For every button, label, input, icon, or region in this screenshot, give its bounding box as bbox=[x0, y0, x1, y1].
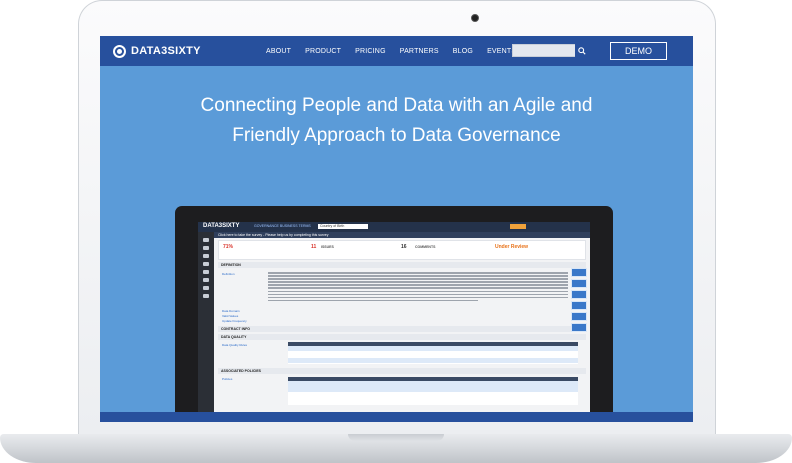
app-stats-bar: 71% 11 ISSUES 16 COMMENTS Under Review bbox=[218, 240, 586, 260]
app-action-button bbox=[510, 224, 526, 229]
app-issues-label: ISSUES bbox=[321, 245, 334, 249]
hero-title-line-2: Friendly Approach to Data Governance bbox=[232, 125, 561, 146]
app-table-row bbox=[288, 393, 578, 405]
logo-text: DATA3SIXTY bbox=[131, 45, 201, 57]
page-footer-bar bbox=[100, 412, 693, 422]
app-sidebar-icon bbox=[203, 286, 209, 290]
laptop-base bbox=[0, 434, 792, 463]
app-table-row bbox=[288, 381, 578, 393]
demo-button[interactable]: DEMO bbox=[610, 42, 667, 60]
hero-title: Connecting People and Data with an Agile… bbox=[120, 91, 673, 151]
app-topbar: DATA3SIXTY GOVERNANCE BUSINESS TERMS Cou… bbox=[198, 222, 590, 232]
app-definition-label: Definition bbox=[222, 272, 235, 276]
laptop-notch bbox=[348, 434, 444, 441]
app-policies-label: Policies bbox=[222, 377, 233, 381]
app-field-label: Valid Values bbox=[222, 314, 239, 318]
app-sidebar-icon bbox=[203, 294, 209, 298]
app-side-button bbox=[571, 323, 587, 332]
app-side-button bbox=[571, 301, 587, 310]
nav-link-about[interactable]: ABOUT bbox=[266, 48, 291, 55]
app-side-button bbox=[571, 290, 587, 299]
app-status: Under Review bbox=[495, 244, 529, 250]
app-comments-count: 16 bbox=[401, 244, 407, 250]
hero-title-line-1: Connecting People and Data with an Agile… bbox=[200, 95, 593, 116]
nav-links: ABOUT PRODUCT PRICING PARTNERS BLOG EVEN… bbox=[266, 36, 516, 66]
app-table-row bbox=[288, 358, 578, 364]
app-issues-count: 11 bbox=[311, 244, 317, 250]
app-sidebar-icon bbox=[203, 238, 209, 242]
app-sidebar-icon bbox=[203, 278, 209, 282]
app-search-input: Country of Birth bbox=[318, 224, 368, 229]
nav-link-blog[interactable]: BLOG bbox=[453, 48, 473, 55]
product-screenshot: DATA3SIXTY GOVERNANCE BUSINESS TERMS Cou… bbox=[198, 222, 590, 422]
product-screenshot-monitor: DATA3SIXTY GOVERNANCE BUSINESS TERMS Cou… bbox=[175, 206, 613, 422]
app-sidebar-icon bbox=[203, 254, 209, 258]
search-icon bbox=[577, 46, 586, 55]
app-comments-label: COMMENTS bbox=[415, 245, 436, 249]
nav-link-product[interactable]: PRODUCT bbox=[305, 48, 341, 55]
logo-icon bbox=[113, 44, 126, 58]
nav-link-pricing[interactable]: PRICING bbox=[355, 48, 386, 55]
app-dq-label: Data Quality Rules bbox=[222, 343, 248, 347]
laptop-screen: DATA3SIXTY ABOUT PRODUCT PRICING PARTNER… bbox=[100, 36, 693, 422]
app-survey-banner: Click here to take the survey - Please h… bbox=[214, 232, 590, 238]
app-side-button bbox=[571, 268, 587, 277]
app-logo: DATA3SIXTY bbox=[203, 223, 240, 229]
app-sidebar-icon bbox=[203, 262, 209, 266]
app-sidebar-icon bbox=[203, 270, 209, 274]
app-side-button bbox=[571, 312, 587, 321]
app-definition-text bbox=[268, 272, 568, 303]
app-sidebar-icon bbox=[203, 246, 209, 250]
app-section-definition: DEFINITION bbox=[218, 262, 586, 268]
app-section-data-quality: DATA QUALITY bbox=[218, 334, 586, 340]
brand-logo[interactable]: DATA3SIXTY bbox=[113, 42, 201, 60]
app-section-associated-policies: ASSOCIATED POLICIES bbox=[218, 368, 586, 374]
app-field-label: Data Domain bbox=[222, 309, 240, 313]
app-field-label: Update Frequency bbox=[222, 319, 247, 323]
app-section-contract-info: CONTRACT INFO bbox=[218, 326, 586, 332]
app-progress-stat: 71% bbox=[223, 244, 234, 250]
app-side-button bbox=[571, 279, 587, 288]
top-navbar: DATA3SIXTY ABOUT PRODUCT PRICING PARTNER… bbox=[100, 36, 693, 66]
camera-icon bbox=[471, 14, 479, 22]
search-button[interactable] bbox=[575, 44, 588, 57]
app-breadcrumb: GOVERNANCE BUSINESS TERMS bbox=[254, 224, 311, 228]
app-sidebar bbox=[198, 232, 214, 422]
nav-link-partners[interactable]: PARTNERS bbox=[400, 48, 439, 55]
